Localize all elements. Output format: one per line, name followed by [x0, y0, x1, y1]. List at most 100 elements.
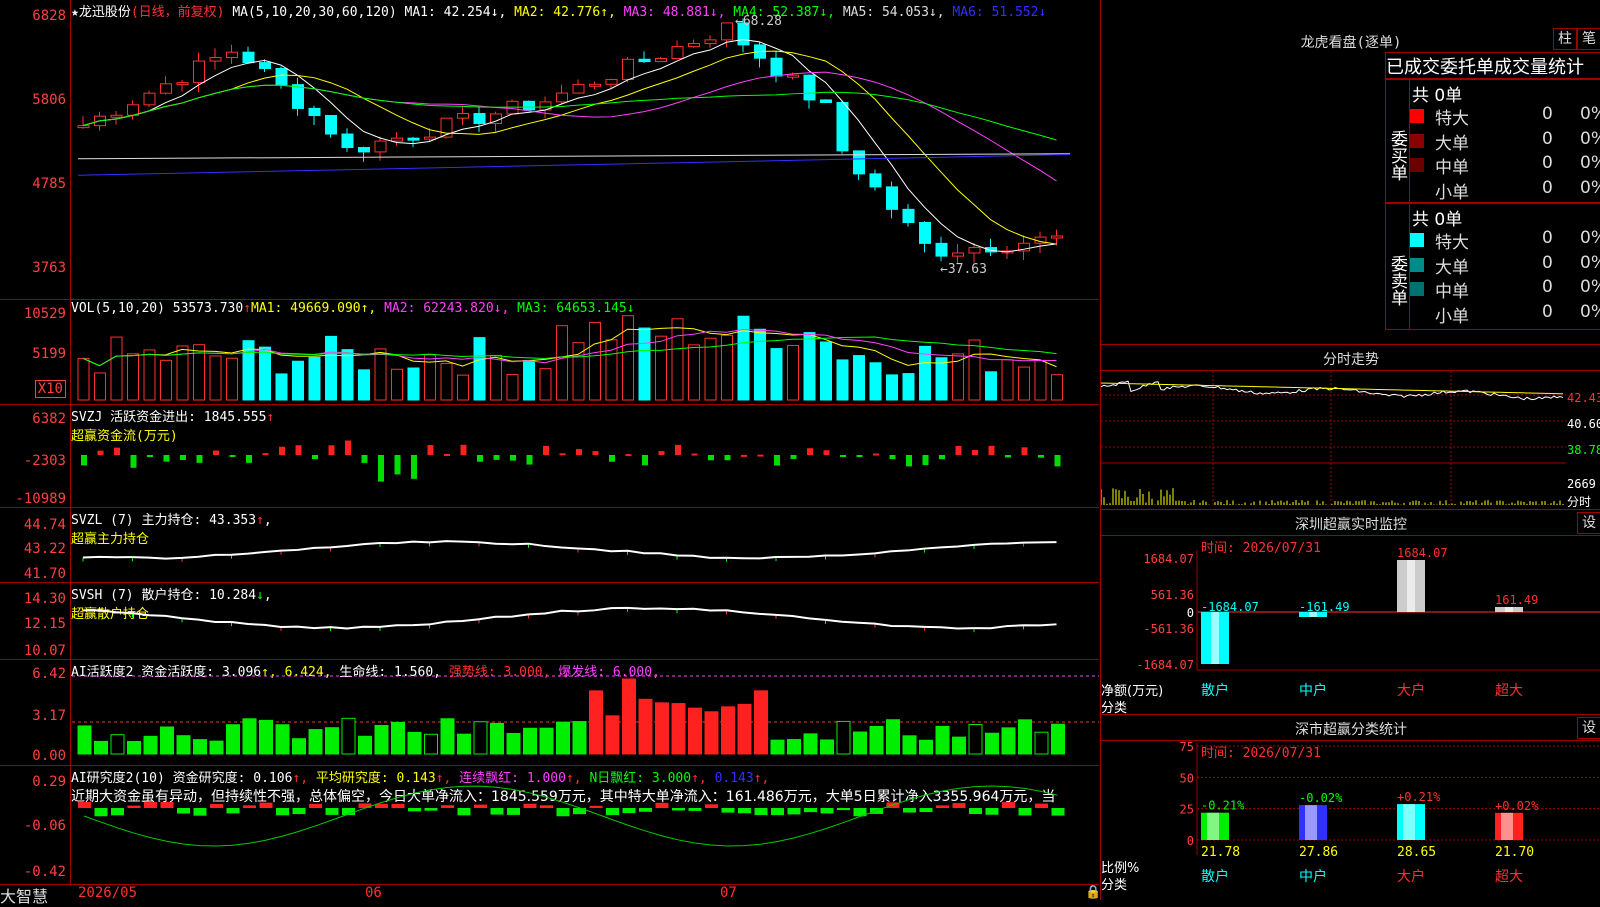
svzl-pane[interactable]: 44.74 43.22 41.70 SVZL (7) 主力持仓: 43.353↑…: [0, 508, 1099, 583]
volume-bar: [688, 344, 700, 401]
volume-pane[interactable]: 10529 5199 X10 VOL(5,10,20) 53573.730↑MA…: [0, 300, 1099, 405]
fund-flow-bar: [213, 450, 219, 455]
candle: [655, 57, 667, 63]
activity-bar: [358, 735, 372, 755]
bar-mode-button[interactable]: 柱: [1553, 28, 1577, 50]
research-bars: [78, 785, 1065, 847]
fund-flow-bar: [526, 455, 533, 465]
activity-bar: [308, 729, 323, 755]
research-bar: [309, 803, 322, 808]
swatch: [1410, 133, 1424, 148]
research-bar: [358, 803, 372, 808]
activity-bar: [820, 739, 834, 755]
lhb-subtitle: 已成交委托单成交量统计: [1385, 52, 1600, 80]
volume-bar: [1051, 374, 1063, 401]
classify-category: 超大: [1495, 869, 1523, 885]
candle: [160, 83, 172, 94]
research-bar: [391, 803, 405, 808]
sell-total: 共 0单: [1412, 210, 1463, 230]
activity-bar: [259, 719, 273, 755]
fund-flow-bar: [81, 455, 87, 466]
volume-bar: [292, 360, 304, 401]
activity-bar: [655, 702, 669, 755]
candle: [787, 74, 799, 78]
candle: [374, 140, 387, 153]
order-row: 大单 0 0%: [1410, 129, 1600, 154]
classify-tick: 0: [1187, 834, 1194, 848]
classify-change: -0.02%: [1299, 791, 1343, 805]
research-bar: [1051, 808, 1065, 816]
research-bar: [688, 808, 702, 811]
activity-bar: [869, 725, 884, 755]
volume-bar: [1018, 366, 1030, 401]
order-row: 特大 0 0%: [1410, 104, 1600, 129]
activity-bar: [770, 739, 785, 755]
fund-flow-bar: [988, 445, 995, 455]
swatch: [1410, 282, 1424, 296]
activity-bars: [72, 675, 1099, 755]
volume-bar: [968, 339, 981, 401]
volume-bar: [869, 362, 882, 401]
research-bar: [952, 803, 966, 808]
research-bar: [177, 808, 190, 814]
order-class: 特大: [1435, 233, 1469, 253]
candle: [341, 133, 354, 149]
fund-flow-bar: [757, 454, 764, 457]
svzj-pane[interactable]: 6382 -2303 -10989 SVZJ 活跃资金进出: 1845.555↑…: [0, 405, 1099, 508]
high-price-mark: ←68.28: [735, 14, 782, 29]
fund-flow-bar: [345, 440, 351, 455]
classify-tick: 25: [1180, 803, 1194, 817]
date-axis: 大智慧 2026/05 06 07 🔒: [0, 884, 1101, 906]
ai-research-pane[interactable]: 0.29 -0.06 -0.42 AI研究度2(10) 资金研究度: 0.106…: [0, 766, 1099, 884]
ai-activity-pane[interactable]: 6.42 3.17 0.00 AI活跃度2 资金活跃度: 3.096↑, 6.4…: [0, 660, 1099, 766]
volume-bar: [358, 369, 370, 401]
activity-bar: [556, 721, 570, 755]
monitor-tick: -1684.07: [1136, 658, 1194, 672]
research-bar: [589, 805, 603, 808]
lhb-title: 龙虎看盘(逐单): [1300, 35, 1402, 51]
volume-bar: [110, 336, 123, 401]
fund-flow-bar: [493, 455, 500, 460]
candle: [935, 242, 948, 257]
classify-bar-shine: [1207, 812, 1219, 840]
monitor-bar-shine: [1407, 560, 1415, 612]
tick-mode-button[interactable]: 笔: [1577, 28, 1600, 50]
candle: [308, 107, 321, 117]
volume-bar: [325, 335, 337, 401]
research-bar: [292, 808, 306, 815]
classify-tick: 75: [1180, 740, 1194, 754]
fund-flow-bar: [708, 455, 714, 461]
svsh-pane[interactable]: 14.30 12.15 10.07 SVSH (7) 散户持仓: 10.284↓…: [0, 583, 1099, 660]
fenshi-tick: 40.60: [1567, 417, 1600, 431]
order-pct: 0%: [1580, 301, 1600, 322]
volume-bar: [490, 354, 502, 401]
main-holding-line: [82, 540, 1057, 562]
fenshi-panel[interactable]: 分时走势 42.43 40.60 38.78 2669 分时: [1100, 345, 1600, 510]
activity-bar: [176, 735, 191, 755]
volume-bar: [853, 355, 865, 401]
lock-icon[interactable]: 🔒: [1085, 885, 1101, 900]
volume-bar: [143, 349, 156, 401]
research-bar: [441, 805, 454, 808]
activity-bar: [193, 739, 207, 755]
volume-bar: [935, 357, 948, 401]
monitor-tick: -561.36: [1143, 622, 1194, 636]
candle: [919, 222, 931, 244]
price-pane[interactable]: 6828 5806 4785 3763 ★龙迅股份(日线，前复权) MA(5,1…: [0, 0, 1099, 300]
order-count: 0: [1542, 277, 1553, 297]
candle: [952, 252, 964, 257]
candle: [902, 208, 915, 224]
order-pct: 0%: [1580, 228, 1600, 248]
activity-bar: [968, 724, 983, 755]
fund-flow-bar: [592, 451, 599, 455]
activity-bar: [1034, 731, 1049, 755]
order-row: 特大 0 0%: [1410, 228, 1600, 253]
volume-bar: [77, 357, 90, 401]
candle: [424, 136, 436, 140]
fund-flow-bar: [675, 444, 681, 455]
volume-bar: [160, 359, 172, 401]
fund-flow-bar: [1054, 455, 1061, 467]
research-bar: [523, 803, 537, 808]
activity-bar: [737, 703, 752, 755]
fund-flow-bar: [840, 455, 846, 457]
